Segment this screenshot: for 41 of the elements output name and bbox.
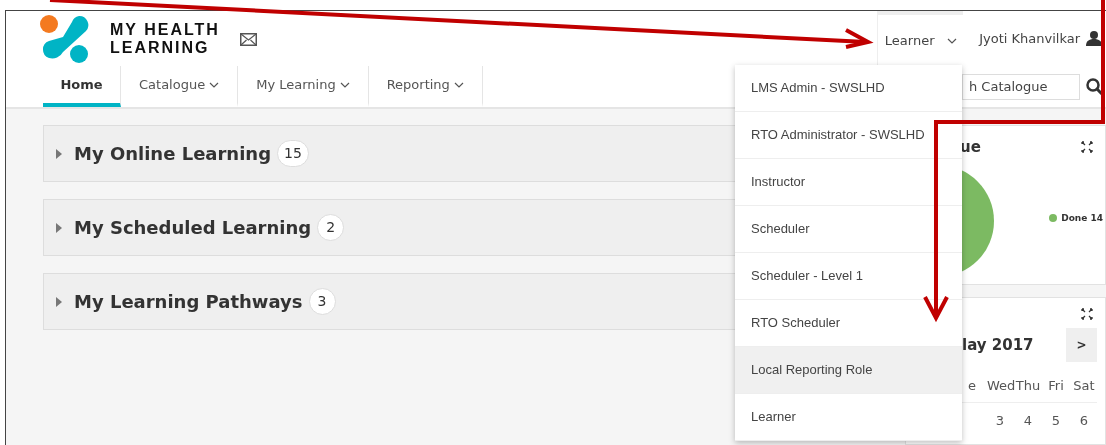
role-option[interactable]: LMS Admin - SWSLHD xyxy=(735,65,962,112)
section-title: My Online Learning xyxy=(74,142,272,166)
role-option[interactable]: Learner xyxy=(735,394,962,441)
logo-text: MY HEALTH xyxy=(110,20,220,39)
caret-icon xyxy=(56,296,62,307)
calendar-month: lay 2017 xyxy=(962,334,1034,356)
legend-label: Done 14 xyxy=(1061,211,1103,225)
role-option[interactable]: Scheduler xyxy=(735,206,962,253)
weekday-label: Thu xyxy=(1015,377,1041,395)
caret-icon xyxy=(56,148,62,159)
user-name[interactable]: Jyoti Khanvilkar xyxy=(979,28,1080,49)
logo-text: LEARNING xyxy=(110,38,211,57)
search-icon[interactable] xyxy=(1086,77,1104,96)
calendar-day[interactable]: 4 xyxy=(1015,410,1041,430)
user-icon[interactable] xyxy=(1086,31,1102,46)
count-badge: 15 xyxy=(277,140,309,167)
caret-icon xyxy=(56,222,62,233)
weekday-label: Fri xyxy=(1047,377,1065,395)
role-option[interactable]: RTO Administrator - SWSLHD xyxy=(735,112,962,159)
nav-tab[interactable]: Catalogue xyxy=(121,66,239,107)
section-title: My Learning Pathways xyxy=(74,290,303,314)
role-option[interactable]: Instructor xyxy=(735,159,962,206)
role-option[interactable]: Local Reporting Role xyxy=(735,347,962,394)
expand-icon[interactable] xyxy=(1081,141,1093,154)
chevron-down-icon xyxy=(946,38,957,45)
nav-tab[interactable]: Reporting xyxy=(368,66,483,107)
mail-icon[interactable] xyxy=(239,33,257,46)
expand-icon[interactable] xyxy=(1081,308,1093,320)
nav-tab[interactable]: My Learning xyxy=(238,66,369,107)
role-option[interactable]: RTO Scheduler xyxy=(735,300,962,347)
search-field[interactable]: h Catalogue xyxy=(962,73,1080,100)
role-option[interactable]: Scheduler - Level 1 xyxy=(735,253,962,300)
weekday-label: Sat xyxy=(1072,377,1096,395)
calendar-day[interactable]: 6 xyxy=(1071,410,1097,430)
count-badge: 3 xyxy=(308,288,336,315)
next-month-button[interactable]: > xyxy=(1066,328,1097,362)
count-badge: 2 xyxy=(317,214,345,241)
calendar-day[interactable]: 3 xyxy=(987,410,1013,430)
calendar-day[interactable]: 5 xyxy=(1043,410,1069,430)
section-title: My Scheduled Learning xyxy=(74,216,312,240)
weekday-label: e xyxy=(967,377,977,395)
